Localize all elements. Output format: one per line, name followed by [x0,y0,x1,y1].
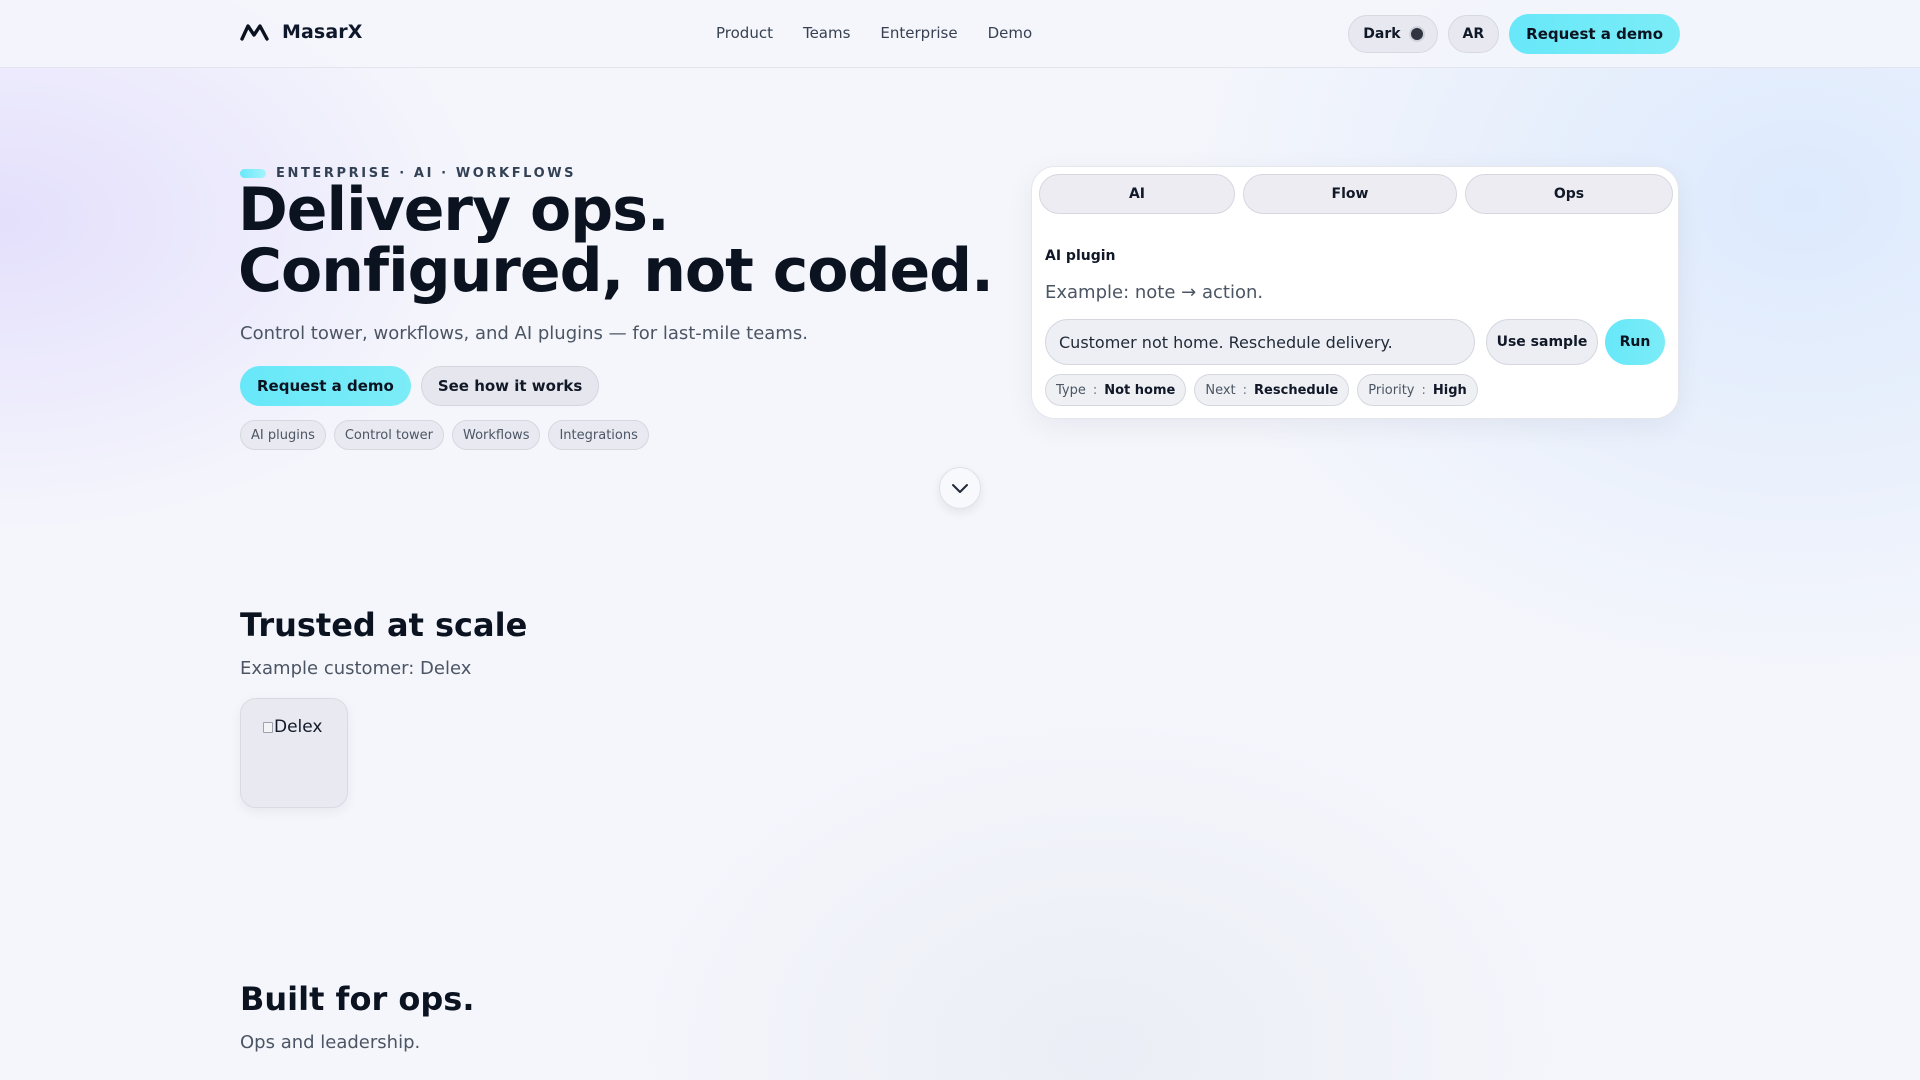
see-how-it-works-button[interactable]: See how it works [420,366,600,406]
tab-flow[interactable]: Flow [1243,174,1457,214]
nav-actions: Dark AR Request a demo [1348,14,1680,54]
brand[interactable]: MasarX [240,20,362,44]
result-chips: Type : Not home Next : Reschedule Priori… [1045,374,1478,406]
built-subtitle: Ops and leadership. [240,1032,421,1053]
hero-title-line-2: Configured, not coded. [238,236,994,306]
result-chip-type: Type : Not home [1045,374,1187,406]
result-chip-separator: : [1242,382,1248,398]
card-tabs: AI Flow Ops [1039,174,1673,214]
trusted-title: Trusted at scale [240,606,528,644]
hero-buttons: Request a demo See how it works [240,366,600,406]
brand-name: MasarX [282,21,363,43]
result-chip-key: Next [1205,382,1236,398]
result-chip-separator: : [1421,382,1426,398]
card-example-text: Example: note → action. [1045,282,1264,303]
note-input[interactable] [1045,319,1475,365]
nav-link-teams[interactable]: Teams [803,24,850,42]
result-chip-value: Not home [1104,382,1176,398]
masarx-logo-icon [240,24,269,41]
scroll-down-button[interactable] [939,467,981,509]
broken-image-icon [263,721,273,733]
chevron-down-icon [952,484,968,493]
theme-dot-icon [1410,28,1423,40]
result-chip-key: Type [1056,382,1086,398]
tag-integrations: Integrations [548,420,649,450]
tag-control-tower: Control tower [333,420,444,450]
hero-tags: AI plugins Control tower Workflows Integ… [240,420,649,450]
ai-plugin-card: AI Flow Ops AI plugin Example: note → ac… [1031,166,1679,419]
hero-request-demo-button[interactable]: Request a demo [240,366,411,406]
result-chip-separator: : [1092,382,1098,398]
theme-toggle-button[interactable]: Dark [1348,15,1438,53]
tab-ai[interactable]: AI [1039,174,1235,214]
customer-logo-alt-text: Delex [274,717,323,737]
trusted-subtitle: Example customer: Delex [240,658,472,679]
tag-ai-plugins: AI plugins [240,420,326,450]
nav-link-demo[interactable]: Demo [988,24,1033,42]
tab-ops[interactable]: Ops [1465,174,1673,214]
top-nav: MasarX Product Teams Enterprise Demo Dar… [0,0,1920,68]
result-chip-value: Reschedule [1254,382,1339,398]
customer-logo-tile: Delex [240,698,348,808]
hero-title: Delivery ops. Configured, not coded. [238,180,1038,302]
built-title: Built for ops. [240,980,475,1018]
hero-subtitle: Control tower, workflows, and AI plugins… [240,323,808,344]
nav-request-demo-button[interactable]: Request a demo [1509,14,1680,54]
result-chip-value: High [1432,382,1467,398]
result-chip-key: Priority [1368,382,1415,398]
customer-logo-image: Delex [263,717,323,737]
run-button[interactable]: Run [1605,319,1665,365]
use-sample-button[interactable]: Use sample [1486,319,1598,365]
tag-workflows: Workflows [452,420,541,450]
hero-title-line-1: Delivery ops. [238,175,670,245]
nav-link-enterprise[interactable]: Enterprise [880,24,957,42]
result-chip-priority: Priority : High [1357,374,1478,406]
nav-link-product[interactable]: Product [716,24,773,42]
result-chip-next: Next : Reschedule [1194,374,1350,406]
theme-toggle-label: Dark [1363,26,1401,42]
nav-links: Product Teams Enterprise Demo [716,24,1032,42]
card-label: AI plugin [1045,248,1116,264]
language-toggle-button[interactable]: AR [1447,15,1500,53]
